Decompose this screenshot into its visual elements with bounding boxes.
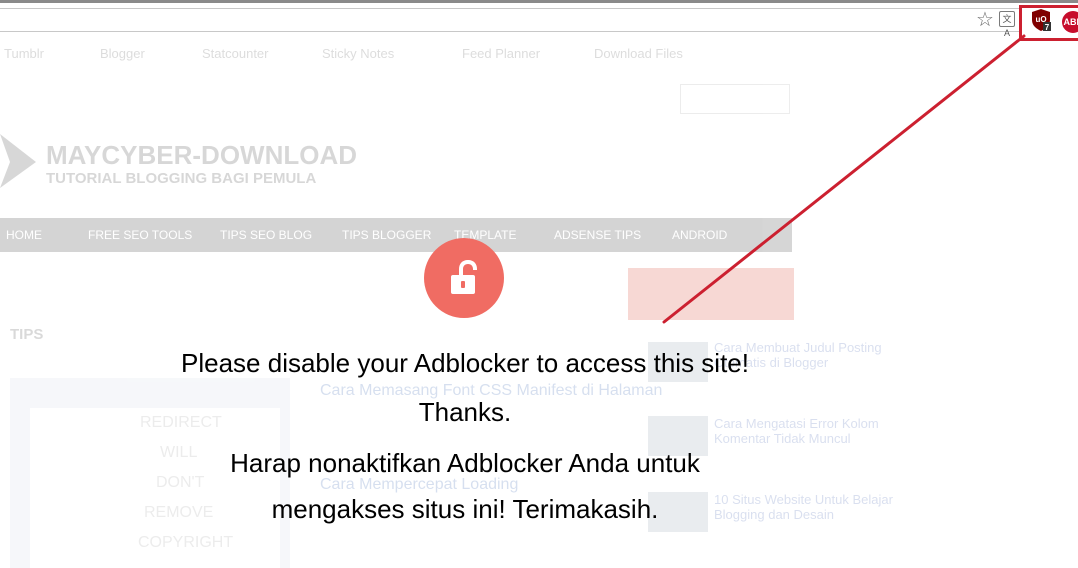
- site-navbar: HOME FREE SEO TOOLS TIPS SEO BLOG TIPS B…: [0, 218, 792, 252]
- adblock-message-line: Thanks.: [418, 397, 512, 427]
- bookmark-item[interactable]: Tumblr: [4, 46, 44, 61]
- unlock-badge: [424, 238, 504, 318]
- bookmarks-bar: Tumblr Blogger Statcounter Sticky Notes …: [0, 46, 820, 68]
- address-bar[interactable]: [0, 8, 1022, 32]
- site-logo-icon: [0, 134, 36, 188]
- bookmark-item[interactable]: Download Files: [594, 46, 683, 61]
- bookmark-item[interactable]: Sticky Notes: [322, 46, 394, 61]
- site-logo-title: MAYCYBER-DOWNLOAD: [46, 140, 358, 170]
- section-label: TIPS: [10, 326, 44, 343]
- sidebar-banner: [628, 268, 794, 320]
- adblock-message-line: Harap nonaktifkan Adblocker Anda untuk: [230, 448, 700, 478]
- browser-toolbar: ☆ 文A uO 7 ABP: [0, 0, 1078, 41]
- adblock-plus-icon[interactable]: ABP: [1062, 11, 1078, 33]
- nav-item[interactable]: ANDROID: [672, 228, 727, 242]
- bookmark-star-icon[interactable]: ☆: [974, 9, 996, 31]
- nav-item[interactable]: HOME: [6, 228, 42, 242]
- ublock-origin-icon[interactable]: uO 7: [1031, 9, 1051, 32]
- nav-item[interactable]: FREE SEO TOOLS: [88, 228, 192, 242]
- unlock-icon: [451, 260, 477, 294]
- nav-item[interactable]: TIPS BLOGGER: [342, 228, 431, 242]
- card-text: COPYRIGHT: [138, 534, 234, 551]
- bookmark-item[interactable]: Statcounter: [202, 46, 269, 61]
- nav-item[interactable]: TIPS SEO BLOG: [220, 228, 312, 242]
- nav-item[interactable]: ADSENSE TIPS: [554, 228, 641, 242]
- adblock-message-line: Please disable your Adblocker to access …: [181, 348, 749, 378]
- site-logo-subtitle: TUTORIAL BLOGGING BAGI PEMULA: [46, 170, 317, 187]
- adblock-message-line: mengakses situs ini! Terimakasih.: [271, 494, 659, 524]
- faded-website: Tumblr Blogger Statcounter Sticky Notes …: [0, 36, 1078, 568]
- bookmark-item[interactable]: Feed Planner: [462, 46, 540, 61]
- site-search-input[interactable]: [680, 84, 790, 114]
- translate-icon[interactable]: 文A: [999, 11, 1015, 38]
- bookmark-item[interactable]: Blogger: [100, 46, 145, 61]
- ublock-badge: 7: [1045, 23, 1050, 31]
